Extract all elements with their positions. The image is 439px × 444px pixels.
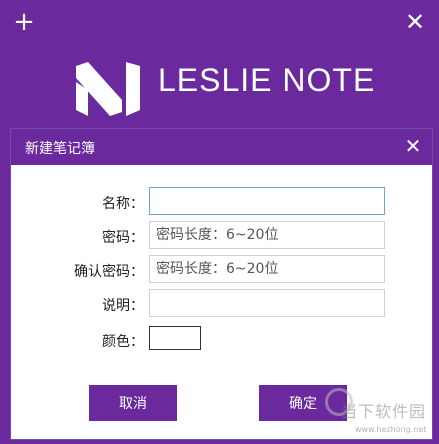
dialog-close-button[interactable]: ✕ xyxy=(400,133,426,159)
color-picker[interactable] xyxy=(149,326,201,350)
name-input[interactable] xyxy=(149,187,385,215)
name-label: 名称： xyxy=(102,196,144,212)
cancel-button[interactable]: 取消 xyxy=(89,385,177,421)
password-input[interactable] xyxy=(149,221,385,249)
confirm-password-label: 确认密码： xyxy=(74,264,144,280)
new-notebook-dialog: 新建笔记簿 ✕ 名称： 密码： 确认密码： 说明： 颜色： 取消 确定 xyxy=(10,128,433,440)
password-label: 密码： xyxy=(102,230,144,246)
leslie-note-logo-icon xyxy=(76,62,140,116)
color-row: 颜色： xyxy=(11,325,434,355)
password-row: 密码： xyxy=(11,221,434,251)
add-notebook-button[interactable]: + xyxy=(10,8,38,36)
description-label: 说明： xyxy=(102,298,144,314)
description-input[interactable] xyxy=(149,289,385,317)
confirm-password-row: 确认密码： xyxy=(11,255,434,285)
confirm-password-input[interactable] xyxy=(149,255,385,283)
description-row: 说明： xyxy=(11,289,434,319)
name-row: 名称： xyxy=(11,187,434,217)
dialog-title: 新建笔记簿 xyxy=(25,141,95,157)
app-title: LESLIE NOTE xyxy=(158,62,376,98)
dialog-header: 新建笔记簿 ✕ xyxy=(11,129,432,165)
app-close-button[interactable]: ✕ xyxy=(401,8,429,36)
ok-button[interactable]: 确定 xyxy=(259,385,347,421)
color-label: 颜色： xyxy=(102,334,144,350)
